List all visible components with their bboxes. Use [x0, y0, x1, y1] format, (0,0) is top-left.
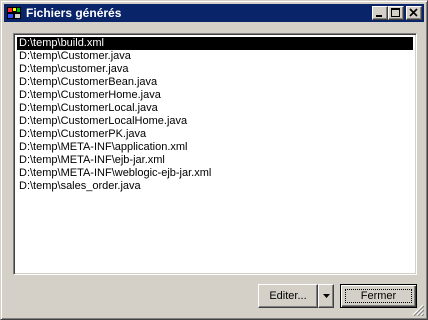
- dropdown-arrow-icon: [323, 294, 330, 298]
- title-bar[interactable]: Fichiers générés: [4, 4, 424, 22]
- list-item[interactable]: D:\temp\CustomerLocal.java: [17, 102, 413, 115]
- edit-button[interactable]: Editer...: [258, 284, 318, 308]
- list-item[interactable]: D:\temp\build.xml: [17, 37, 413, 50]
- edit-button-label: Editer...: [269, 290, 307, 302]
- list-item[interactable]: D:\temp\CustomerLocalHome.java: [17, 115, 413, 128]
- list-item[interactable]: D:\temp\META-INF\ejb-jar.xml: [17, 154, 413, 167]
- window-title: Fichiers générés: [26, 6, 122, 20]
- resize-grip-icon[interactable]: [412, 304, 424, 316]
- focus-ring: [345, 289, 412, 303]
- list-item[interactable]: D:\temp\CustomerBean.java: [17, 76, 413, 89]
- list-item[interactable]: D:\temp\customer.java: [17, 63, 413, 76]
- list-item[interactable]: D:\temp\Customer.java: [17, 50, 413, 63]
- minimize-icon: [376, 15, 382, 17]
- list-item[interactable]: D:\temp\META-INF\application.xml: [17, 141, 413, 154]
- maximize-button[interactable]: [388, 6, 404, 20]
- minimize-button[interactable]: [372, 6, 388, 20]
- close-window-button[interactable]: [406, 6, 422, 20]
- dialog-window: Fichiers générés D:\temp\build.xml D:\tem…: [0, 0, 428, 320]
- edit-dropdown-button[interactable]: [318, 284, 334, 308]
- app-icon[interactable]: [7, 7, 21, 19]
- maximize-icon: [391, 8, 400, 17]
- list-item[interactable]: D:\temp\CustomerPK.java: [17, 128, 413, 141]
- close-icon: [409, 8, 418, 17]
- title-buttons: [372, 6, 422, 20]
- close-button[interactable]: Fermer: [340, 284, 417, 308]
- list-item[interactable]: D:\temp\META-INF\weblogic-ejb-jar.xml: [17, 167, 413, 180]
- generated-files-list[interactable]: D:\temp\build.xml D:\temp\Customer.java D:…: [13, 33, 417, 275]
- list-item[interactable]: D:\temp\sales_order.java: [17, 180, 413, 193]
- list-item[interactable]: D:\temp\CustomerHome.java: [17, 89, 413, 102]
